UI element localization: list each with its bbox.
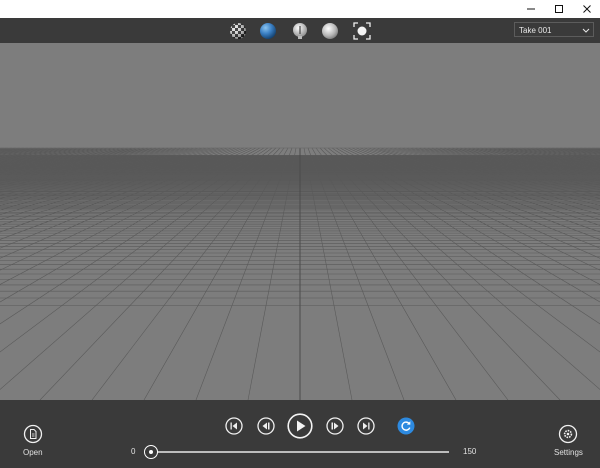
- title-bar: [0, 0, 600, 19]
- maximize-icon[interactable]: [544, 0, 574, 18]
- gear-icon: [558, 424, 578, 444]
- timeline-thumb[interactable]: [144, 445, 158, 459]
- shaded-sphere-icon[interactable]: [320, 21, 340, 41]
- step-forward-button[interactable]: [326, 417, 344, 435]
- step-back-icon: [257, 417, 275, 435]
- focus-frame-icon[interactable]: [352, 21, 372, 41]
- scene-viewport[interactable]: [0, 43, 600, 400]
- take-select-value: Take 001: [519, 26, 552, 35]
- playback-bar: Open 0 150 Settings: [0, 400, 600, 468]
- top-toolbar: Take 001: [0, 18, 600, 43]
- checker-material-icon[interactable]: [228, 21, 248, 41]
- open-label: Open: [23, 448, 43, 457]
- floor-grid: [0, 147, 600, 400]
- minimize-icon[interactable]: [516, 0, 546, 18]
- skip-to-start-icon: [225, 417, 243, 435]
- blue-sphere-icon[interactable]: [258, 21, 278, 41]
- play-icon: [287, 413, 313, 439]
- light-bulb-icon[interactable]: [290, 21, 310, 41]
- settings-label: Settings: [554, 448, 583, 457]
- timeline-track[interactable]: [151, 451, 449, 453]
- settings-button[interactable]: [558, 424, 578, 444]
- chevron-down-icon: [582, 23, 590, 43]
- open-button[interactable]: [23, 424, 43, 444]
- play-button[interactable]: [287, 413, 313, 439]
- step-forward-icon: [326, 417, 344, 435]
- skip-to-start-button[interactable]: [225, 417, 243, 435]
- open-file-icon: [23, 424, 43, 444]
- skip-to-end-icon: [357, 417, 375, 435]
- close-icon[interactable]: [572, 0, 600, 18]
- loop-toggle[interactable]: [397, 417, 415, 435]
- timeline-min-label: 0: [131, 447, 136, 456]
- loop-icon: [397, 417, 415, 435]
- take-select[interactable]: Take 001: [514, 22, 594, 37]
- skip-to-end-button[interactable]: [357, 417, 375, 435]
- step-back-button[interactable]: [257, 417, 275, 435]
- timeline-max-label: 150: [463, 447, 477, 456]
